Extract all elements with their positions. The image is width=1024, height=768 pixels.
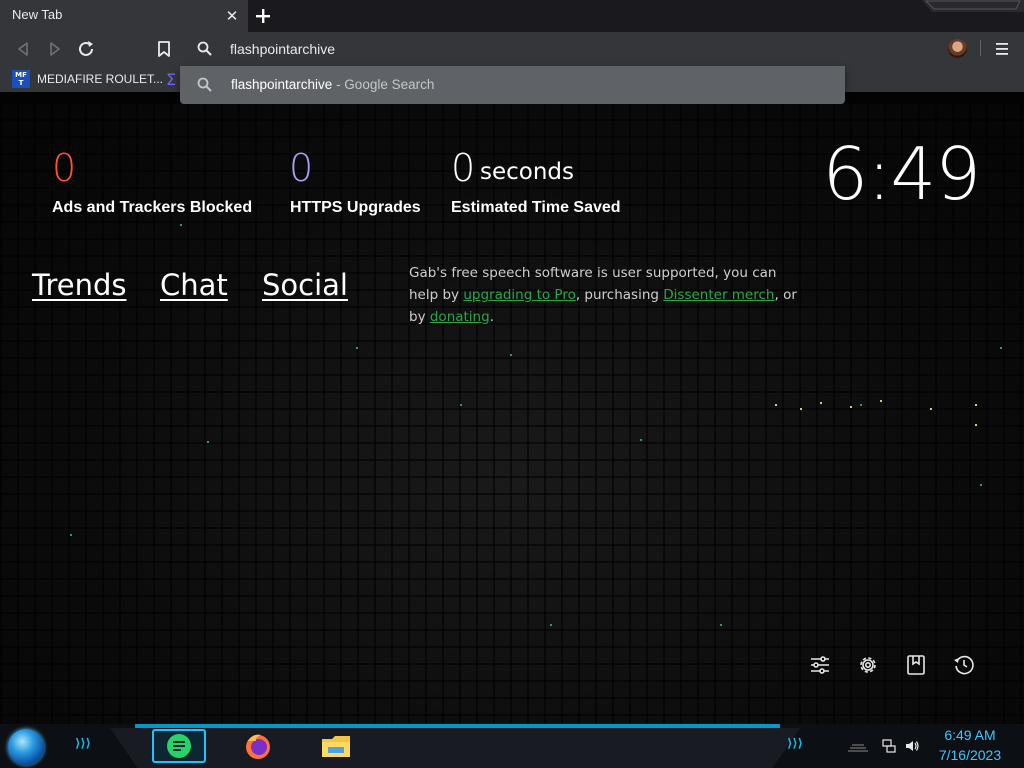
forward-arrow-icon[interactable] bbox=[44, 38, 66, 60]
time-saved-unit: seconds bbox=[480, 159, 575, 185]
history-icon[interactable] bbox=[952, 653, 976, 677]
reload-icon[interactable] bbox=[75, 38, 97, 60]
chat-link[interactable]: Chat bbox=[160, 268, 228, 302]
profile-avatar[interactable] bbox=[948, 39, 967, 58]
https-upgrades-label: HTTPS Upgrades bbox=[290, 199, 421, 216]
taskbar-clock-date[interactable]: 7/16/2023 bbox=[930, 747, 1010, 763]
taskbar-accent-line bbox=[135, 724, 780, 728]
firefox-icon[interactable] bbox=[243, 731, 273, 761]
gab-support-message: Gab's free speech software is user suppo… bbox=[409, 262, 809, 328]
bookmark-label: MEDIAFIRE ROULET... bbox=[37, 72, 164, 86]
omnibox-input[interactable] bbox=[230, 32, 790, 66]
taskbar-active-app[interactable] bbox=[152, 729, 206, 763]
upgrade-to-pro-link[interactable]: upgrading to Pro bbox=[463, 287, 576, 303]
suggestion-query: flashpointarchive bbox=[231, 77, 333, 92]
toolbar-divider bbox=[980, 40, 981, 56]
dissenter-merch-link[interactable]: Dissenter merch bbox=[663, 287, 774, 303]
new-tab-page: 0 Ads and Trackers Blocked 0 HTTPS Upgra… bbox=[0, 104, 1024, 724]
tray-divider-icon bbox=[848, 744, 868, 752]
customize-icon[interactable] bbox=[808, 653, 832, 677]
ntp-clock: 6:49 bbox=[822, 132, 981, 216]
bookmark-icon[interactable] bbox=[153, 38, 175, 60]
tab-close-icon[interactable]: ✕ bbox=[222, 6, 242, 26]
network-icon[interactable] bbox=[882, 739, 896, 753]
window-frame-decoration-icon bbox=[922, 0, 1024, 12]
file-explorer-icon[interactable] bbox=[320, 731, 352, 761]
chat-app-icon bbox=[167, 734, 191, 758]
omnibox[interactable] bbox=[180, 32, 845, 66]
social-link[interactable]: Social bbox=[262, 268, 348, 302]
new-tab-plus-icon[interactable] bbox=[252, 5, 274, 27]
desktop-screen: New Tab ✕ flashpointarchive MF T MEDIAFI… bbox=[0, 0, 1024, 768]
tab-new-tab[interactable]: New Tab ✕ bbox=[0, 0, 248, 32]
suggestion-search-icon bbox=[197, 77, 212, 92]
omnibox-suggestion[interactable]: flashpointarchive - Google Search bbox=[180, 66, 845, 104]
volume-icon[interactable] bbox=[905, 739, 919, 753]
mediafire-favicon-icon: MF T bbox=[12, 70, 30, 88]
taskbar-chevron-deco-icon: ⟩⟩⟩ bbox=[74, 736, 92, 750]
bookmarks-icon[interactable] bbox=[904, 653, 928, 677]
tab-title: New Tab bbox=[12, 7, 63, 22]
search-icon bbox=[197, 41, 212, 56]
taskbar-clock-time[interactable]: 6:49 AM bbox=[935, 727, 1005, 743]
tab-strip: New Tab ✕ bbox=[0, 0, 1024, 32]
back-arrow-icon[interactable] bbox=[12, 38, 34, 60]
start-orb-icon[interactable] bbox=[8, 729, 44, 765]
https-upgrades-count: 0 bbox=[289, 146, 314, 190]
gab-text-4: . bbox=[489, 309, 494, 325]
donating-link[interactable]: donating bbox=[430, 309, 490, 325]
ads-blocked-label: Ads and Trackers Blocked bbox=[52, 199, 253, 216]
trends-link[interactable]: Trends bbox=[32, 268, 126, 302]
sigma-bookmark-icon[interactable]: Σ bbox=[166, 70, 176, 89]
bookmark-mediafire-roulette[interactable]: MF T MEDIAFIRE ROULET... bbox=[12, 70, 163, 88]
suggestion-text: flashpointarchive - Google Search bbox=[231, 77, 434, 92]
menu-icon[interactable] bbox=[991, 38, 1013, 60]
taskbar-chevron-deco-right-icon: ⟩⟩⟩ bbox=[786, 736, 804, 750]
ads-blocked-count: 0 bbox=[52, 146, 77, 190]
gab-text-2: , purchasing bbox=[575, 287, 664, 303]
time-saved-label: Estimated Time Saved bbox=[451, 199, 621, 216]
settings-icon[interactable] bbox=[856, 653, 880, 677]
suggestion-suffix: - Google Search bbox=[332, 77, 435, 92]
time-saved-count: 0 bbox=[451, 146, 476, 190]
taskbar: ⟩⟩⟩ ⟩⟩⟩ 6:49 AM 7/16/2023 bbox=[0, 724, 1024, 768]
taskbar-app-area bbox=[110, 728, 800, 768]
